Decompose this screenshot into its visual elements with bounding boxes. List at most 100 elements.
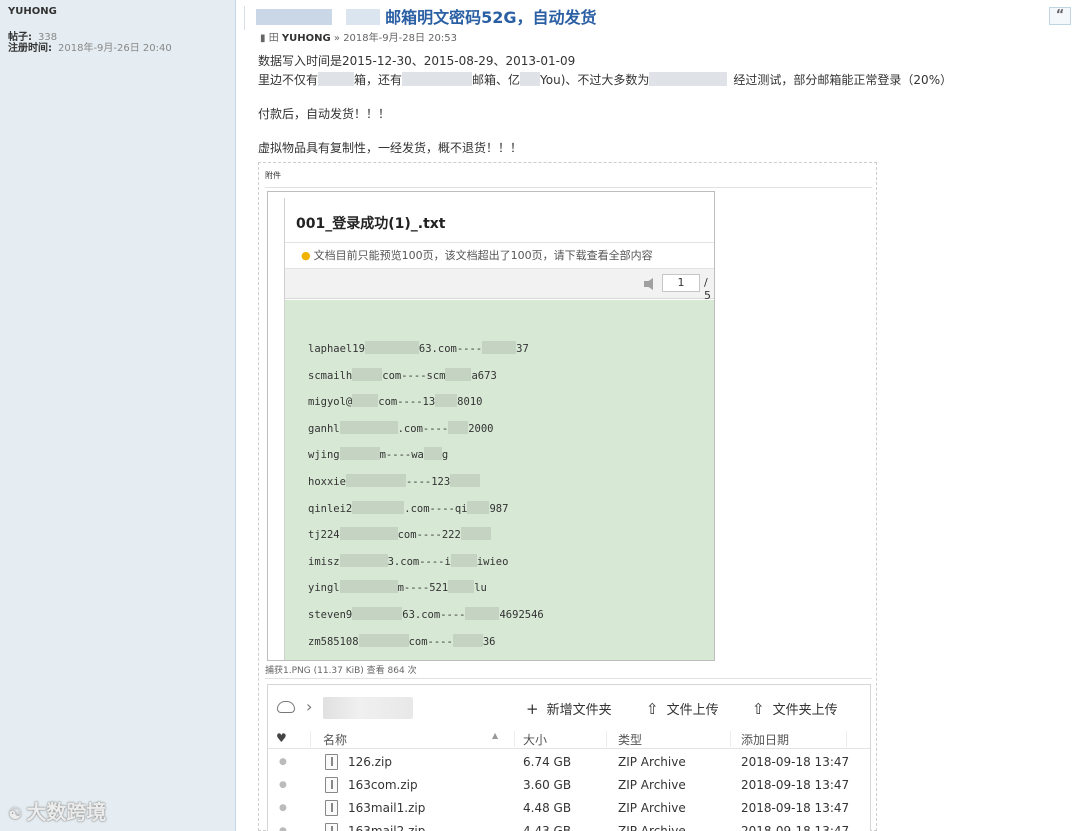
account-part: zm585108 xyxy=(308,635,359,648)
post-paragraph: 数据写入时间是2015-12-30、2015-08-29、2013-01-09 xyxy=(258,54,576,68)
account-part: ganhl xyxy=(308,422,340,435)
registered-label: 注册时间: xyxy=(8,43,52,54)
redacted-block xyxy=(450,553,477,567)
account-part: com----13 xyxy=(378,396,436,409)
preview-hint: ● 文档目前只能预览100页，该文档超出了100页，请下载查看全部内容 xyxy=(301,247,653,263)
page-number-input[interactable]: 1 xyxy=(662,274,700,292)
text-fragment: 经过测试，部分邮箱能正常登录（20%） xyxy=(733,73,953,87)
account-part: tj224 xyxy=(308,529,340,542)
file-name[interactable]: 126.zip xyxy=(348,755,392,769)
redacted-block xyxy=(358,633,409,647)
page-toolbar: 1 / 5 xyxy=(285,268,714,302)
post-paragraph: 虚拟物品具有复制性，一经发货，概不退货！！！ xyxy=(258,141,523,155)
account-part: imisz xyxy=(308,555,340,568)
redacted-block xyxy=(352,607,403,620)
favorite-dot-icon[interactable]: ● xyxy=(279,826,287,831)
sort-caret-icon[interactable]: ▲ xyxy=(492,731,498,740)
attachment-header: 附件 xyxy=(265,171,281,180)
column-type[interactable]: 类型 xyxy=(618,731,642,748)
account-part: yingl xyxy=(308,582,340,595)
divider xyxy=(310,731,311,747)
document-body: laphael19 63.com---- 37 scmailh com----scm a6… xyxy=(285,300,714,660)
redacted-block xyxy=(448,420,469,434)
zip-file-icon xyxy=(325,754,338,770)
account-part: m----521 xyxy=(397,582,449,595)
text-fragment: 箱，还有 xyxy=(354,73,403,87)
file-row[interactable]: ● 163mail2.zip 4.43 GB ZIP Archive 2018-09-1… xyxy=(268,820,870,831)
account-part: migyol@ xyxy=(308,396,353,409)
column-date[interactable]: 添加日期 xyxy=(741,731,789,748)
redacted-block xyxy=(450,474,481,487)
redacted-block xyxy=(318,72,355,86)
document-icon: ▮ xyxy=(260,33,266,44)
attachment-image[interactable]: 001_登录成功(1)_.txt ● 文档目前只能预览100页，该文档超出了100… xyxy=(267,191,715,661)
post-title[interactable]: 邮箱明文密码52G，自动发货 xyxy=(256,4,597,28)
heart-icon[interactable]: ♥ xyxy=(276,731,287,745)
registered-date: 2018年-9月-26日 20:40 xyxy=(58,43,172,54)
account-part: wjing xyxy=(308,449,340,462)
account-line: ganhl .com---- 2000 xyxy=(308,420,494,435)
post-paragraph: 付款后，自动发货！！！ xyxy=(258,107,391,121)
author-username[interactable]: YUHONG xyxy=(8,6,57,17)
favorite-dot-icon[interactable]: ● xyxy=(279,757,287,767)
file-row[interactable]: ● 163mail1.zip 4.48 GB ZIP Archive 2018-09-1… xyxy=(268,797,870,820)
post-date: » 2018年-9月-28日 20:53 xyxy=(333,33,457,44)
page-total: / 5 xyxy=(704,276,711,302)
redacted-block xyxy=(352,500,405,514)
file-name[interactable]: 163com.zip xyxy=(348,778,418,792)
divider xyxy=(285,242,714,243)
account-part: 3.com----i xyxy=(387,555,451,568)
watermark: ☯ 大数跨境 xyxy=(8,796,106,825)
prev-page-icon[interactable] xyxy=(644,278,653,290)
upload-file-button[interactable]: ⇧ 文件上传 xyxy=(646,699,719,718)
file-row[interactable]: ● 126.zip 6.74 GB ZIP Archive 2018-09-18 13:… xyxy=(268,751,870,774)
new-folder-button[interactable]: + 新增文件夹 xyxy=(526,699,612,718)
redacted-block xyxy=(339,553,388,567)
post-author[interactable]: YUHONG xyxy=(282,33,331,44)
redacted-block xyxy=(460,527,491,541)
cloud-icon[interactable] xyxy=(277,701,295,713)
upload-folder-icon: ⇧ xyxy=(752,700,765,718)
account-line: migyol@ com----13 8010 xyxy=(308,394,482,408)
author-sidebar: YUHONG 帖子: 338 注册时间: 2018年-9月-26日 20:40 xyxy=(0,0,236,831)
file-name[interactable]: 163mail2.zip xyxy=(348,824,425,831)
watermark-text: 大数跨境 xyxy=(26,800,107,824)
by-icon: 田 xyxy=(268,33,279,44)
attachment-box: 附件 001_登录成功(1)_.txt ● 文档目前只能预览100页，该文档超出了… xyxy=(258,162,877,831)
file-toolbar: › + 新增文件夹 ⇧ 文件上传 ⇧ 文件夹上传 xyxy=(268,685,870,729)
account-part: 2000 xyxy=(468,422,494,435)
redacted-block xyxy=(352,367,383,381)
column-size[interactable]: 大小 xyxy=(523,731,547,748)
file-row[interactable]: ● 163com.zip 3.60 GB ZIP Archive 2018-09-18 … xyxy=(268,774,870,797)
redacted-block xyxy=(445,367,472,381)
attachment-caption: 捕获1.PNG (11.37 KiB) 查看 864 次 xyxy=(265,666,417,676)
divider xyxy=(730,731,731,747)
redacted-block xyxy=(364,341,419,354)
quote-button[interactable]: “ xyxy=(1049,7,1071,25)
divider xyxy=(606,731,607,747)
breadcrumb[interactable] xyxy=(323,697,413,719)
file-date: 2018-09-18 13:47 xyxy=(741,801,850,815)
column-name[interactable]: 名称 xyxy=(323,731,347,748)
file-size: 4.48 GB xyxy=(523,801,572,815)
file-type: ZIP Archive xyxy=(618,801,686,815)
favorite-dot-icon[interactable]: ● xyxy=(279,780,287,790)
file-name[interactable]: 163mail1.zip xyxy=(348,801,425,815)
file-date: 2018-09-18 13:47 xyxy=(741,778,850,792)
account-line: hoxxie ----123 xyxy=(308,474,481,488)
redacted-block xyxy=(520,72,541,86)
upload-folder-button[interactable]: ⇧ 文件夹上传 xyxy=(752,699,838,718)
favorite-dot-icon[interactable]: ● xyxy=(279,803,287,813)
chevron-right-icon: › xyxy=(306,697,313,716)
divider xyxy=(244,6,245,30)
redacted-block xyxy=(423,447,442,461)
account-part: ----123 xyxy=(405,476,451,488)
account-part: .com----qi xyxy=(404,502,468,515)
account-line: steven9 63.com---- 4692546 xyxy=(308,607,544,621)
account-part: hoxxie xyxy=(308,476,346,488)
account-part: 987 xyxy=(489,502,509,515)
zip-file-icon xyxy=(325,823,338,831)
file-date: 2018-09-18 13:47 xyxy=(741,755,850,769)
watermark-logo-icon: ☯ xyxy=(8,804,23,823)
account-line: laphael19 63.com---- 37 xyxy=(308,341,529,355)
